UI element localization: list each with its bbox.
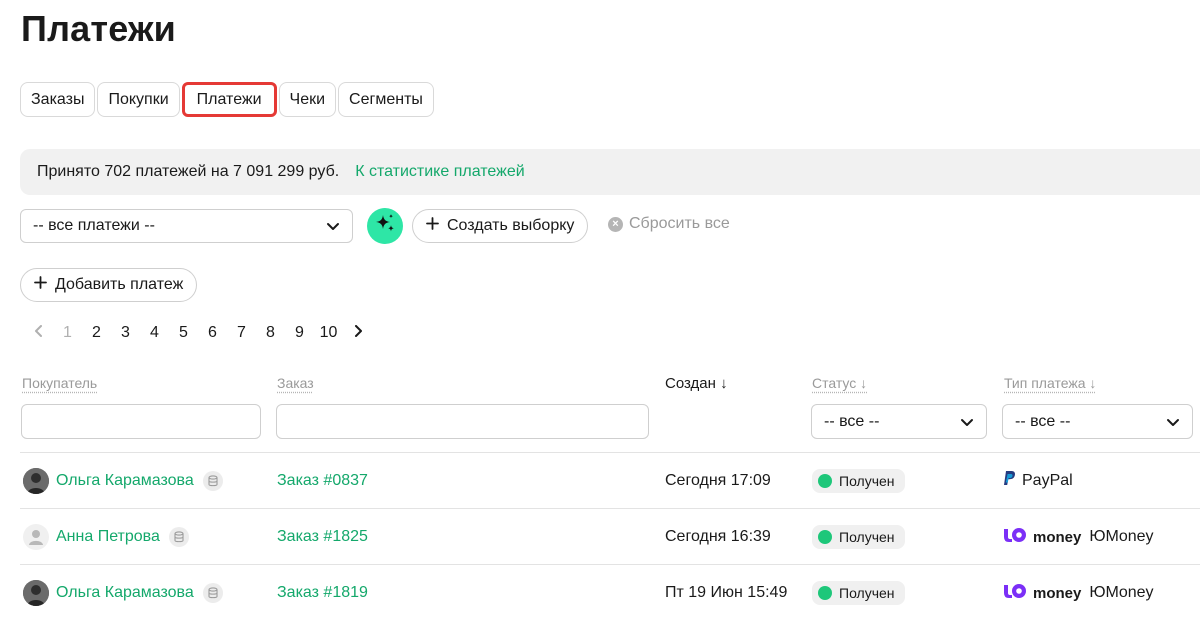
- chevron-down-icon: [960, 415, 974, 429]
- ai-sparkle-button[interactable]: [367, 208, 403, 244]
- plus-icon: [34, 276, 47, 294]
- reset-all-label: Сбросить все: [629, 215, 730, 232]
- status-dot-icon: [818, 586, 832, 600]
- database-icon[interactable]: [202, 583, 223, 603]
- column-created[interactable]: Создан ↓: [665, 375, 728, 392]
- created-date: Сегодня 16:39: [665, 528, 771, 545]
- order-link[interactable]: Заказ #0837: [277, 472, 368, 490]
- payment-type-filter-value: -- все --: [1015, 412, 1071, 430]
- payment-type-filter-select[interactable]: -- все --: [1002, 404, 1193, 439]
- sparkle-icon: [373, 212, 397, 241]
- chevron-down-icon: [326, 219, 340, 233]
- plus-icon: [426, 217, 439, 235]
- payment-type-label: ЮMoney: [1089, 584, 1154, 601]
- status-label: Получен: [839, 529, 895, 545]
- create-selection-label: Создать выборку: [447, 217, 575, 234]
- status-filter-select[interactable]: -- все --: [811, 404, 987, 439]
- tab-purchases[interactable]: Покупки: [97, 82, 180, 117]
- summary-text: Принято 702 платежей на 7 091 299 руб.: [37, 163, 340, 180]
- page-9[interactable]: 9: [285, 324, 314, 342]
- page-1[interactable]: 1: [53, 324, 82, 342]
- status-dot-icon: [818, 530, 832, 544]
- order-link[interactable]: Заказ #1819: [277, 584, 368, 602]
- payment-type: money ЮMoney: [1003, 527, 1154, 548]
- column-order[interactable]: Заказ: [277, 375, 314, 391]
- column-status[interactable]: Статус ↓: [812, 375, 867, 391]
- buyer-name[interactable]: Ольга Карамазова: [56, 584, 194, 602]
- page-3[interactable]: 3: [111, 324, 140, 342]
- created-date: Сегодня 17:09: [665, 472, 771, 489]
- tab-bar: Заказы Покупки Платежи Чеки Сегменты: [20, 82, 434, 117]
- status-dot-icon: [818, 474, 832, 488]
- buyer-name[interactable]: Ольга Карамазова: [56, 472, 194, 490]
- page-title: Платежи: [21, 8, 176, 49]
- order-filter-input[interactable]: [276, 404, 649, 439]
- page-2[interactable]: 2: [82, 324, 111, 342]
- create-selection-button[interactable]: Создать выборку: [412, 209, 589, 243]
- paypal-icon: [1003, 471, 1016, 491]
- close-circle-icon: ×: [608, 216, 623, 232]
- avatar: [23, 468, 49, 494]
- payment-type: money ЮMoney: [1003, 583, 1154, 604]
- status-label: Получен: [839, 473, 895, 489]
- table-row[interactable]: Ольга Карамазова Заказ #0837 Сегодня 17:…: [20, 452, 1200, 508]
- yoomoney-icon: [1003, 583, 1027, 604]
- add-payment-label: Добавить платеж: [55, 276, 184, 293]
- page-10[interactable]: 10: [314, 324, 343, 342]
- column-buyer[interactable]: Покупатель: [22, 375, 97, 391]
- status-filter-value: -- все --: [824, 412, 880, 430]
- yoomoney-logo-word: money: [1033, 528, 1082, 546]
- pagination: 1 2 3 4 5 6 7 8 9 10: [24, 324, 372, 342]
- payment-type-label: ЮMoney: [1089, 528, 1154, 545]
- page-7[interactable]: 7: [227, 324, 256, 342]
- payment-type: PayPal: [1003, 471, 1073, 491]
- status-badge: Получен: [812, 581, 905, 605]
- tab-orders[interactable]: Заказы: [20, 82, 96, 117]
- tab-payments[interactable]: Платежи: [181, 82, 277, 117]
- page-4[interactable]: 4: [140, 324, 169, 342]
- page-6[interactable]: 6: [198, 324, 227, 342]
- chevron-left-icon[interactable]: [24, 324, 53, 342]
- status-label: Получен: [839, 585, 895, 601]
- tab-segments[interactable]: Сегменты: [338, 82, 434, 117]
- page-8[interactable]: 8: [256, 324, 285, 342]
- status-badge: Получен: [812, 469, 905, 493]
- tab-receipts[interactable]: Чеки: [278, 82, 337, 117]
- yoomoney-icon: [1003, 527, 1027, 548]
- add-payment-button[interactable]: Добавить платеж: [20, 268, 198, 302]
- buyer-name[interactable]: Анна Петрова: [56, 528, 160, 546]
- database-icon[interactable]: [168, 527, 189, 547]
- table-row[interactable]: Анна Петрова Заказ #1825 Сегодня 16:39 П…: [20, 508, 1200, 564]
- status-badge: Получен: [812, 525, 905, 549]
- chevron-down-icon: [1166, 415, 1180, 429]
- created-date: Пт 19 Июн 15:49: [665, 584, 788, 601]
- payments-select-value: -- все платежи --: [33, 217, 155, 234]
- table-row[interactable]: Ольга Карамазова Заказ #1819 Пт 19 Июн 1…: [20, 564, 1200, 618]
- order-link[interactable]: Заказ #1825: [277, 528, 368, 546]
- reset-all-button[interactable]: × Сбросить все: [608, 215, 730, 233]
- payment-type-label: PayPal: [1022, 472, 1073, 489]
- chevron-right-icon[interactable]: [343, 324, 372, 342]
- summary-bar: Принято 702 платежей на 7 091 299 руб. К…: [20, 149, 1200, 195]
- yoomoney-logo-word: money: [1033, 584, 1082, 602]
- payment-stats-link[interactable]: К статистике платежей: [355, 163, 524, 181]
- column-payment-type[interactable]: Тип платежа ↓: [1004, 375, 1096, 391]
- payments-select[interactable]: -- все платежи --: [20, 209, 353, 243]
- database-icon[interactable]: [202, 471, 223, 491]
- buyer-filter-input[interactable]: [21, 404, 261, 439]
- avatar: [23, 580, 49, 606]
- page-5[interactable]: 5: [169, 324, 198, 342]
- avatar: [23, 524, 49, 550]
